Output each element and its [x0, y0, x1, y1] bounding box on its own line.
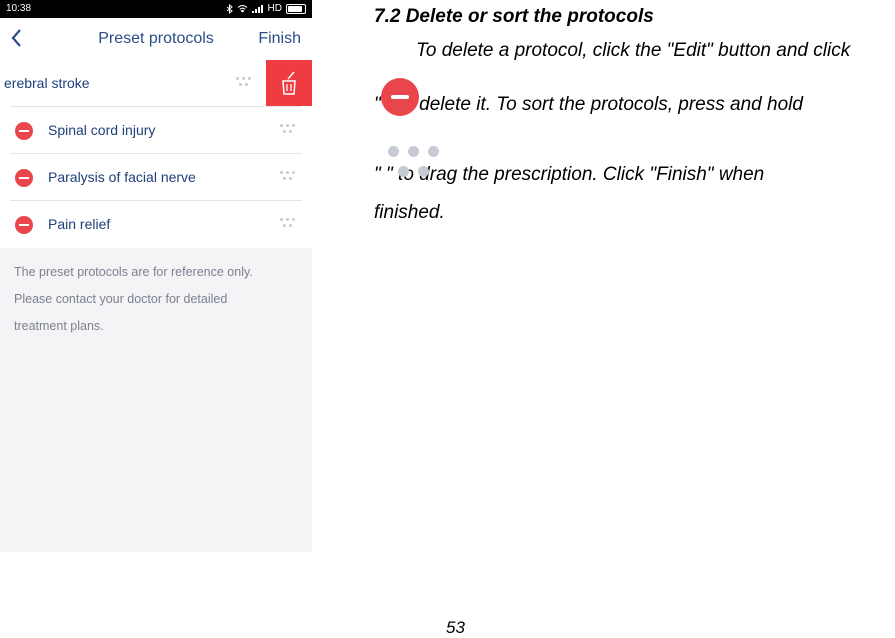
- phone-screenshot: 10:38 HD Preset protocols Finish erebral…: [0, 0, 312, 552]
- drag-handle-icon[interactable]: [280, 218, 296, 230]
- trash-icon: [282, 71, 296, 95]
- status-bar: 10:38 HD: [0, 0, 312, 18]
- protocol-label: Pain relief: [48, 216, 111, 232]
- status-time: 10:38: [6, 3, 32, 14]
- protocol-label: Spinal cord injury: [48, 122, 156, 138]
- protocol-label: erebral stroke: [4, 75, 90, 91]
- body-line: " " to drag the prescription. Click "Fin…: [374, 164, 765, 185]
- protocol-row[interactable]: Spinal cord injury: [0, 107, 312, 154]
- drag-handle-icon[interactable]: [280, 171, 296, 183]
- protocol-list: erebral stroke Spinal cord injury Paraly…: [0, 60, 312, 248]
- body-line: " " to delete it. To sort the protocols,…: [374, 94, 803, 115]
- signal-icon: [251, 5, 263, 13]
- drag-handle-icon[interactable]: [280, 124, 296, 136]
- reference-note: The preset protocols are for reference o…: [14, 259, 304, 340]
- nav-bar: Preset protocols Finish: [0, 18, 312, 60]
- body-line: To delete a protocol, click the "Edit" b…: [416, 40, 851, 61]
- drag-handle-icon[interactable]: [236, 77, 252, 89]
- protocol-label: Paralysis of facial nerve: [48, 169, 196, 185]
- remove-icon[interactable]: [15, 169, 33, 187]
- network-label: HD: [267, 3, 282, 14]
- wifi-icon: [237, 5, 247, 13]
- finish-button[interactable]: Finish: [258, 30, 301, 48]
- body-line: finished.: [374, 202, 445, 223]
- drag-handle-icon: [384, 142, 444, 182]
- status-icons: HD: [226, 3, 306, 14]
- remove-icon[interactable]: [15, 216, 33, 234]
- battery-icon: [286, 3, 306, 14]
- delete-button[interactable]: [266, 60, 312, 106]
- remove-icon: [381, 78, 419, 116]
- note-line: The preset protocols are for reference o…: [14, 265, 253, 279]
- note-line: treatment plans.: [14, 319, 104, 333]
- page-number: 53: [446, 618, 465, 637]
- protocol-row[interactable]: Pain relief: [0, 201, 312, 248]
- protocol-row[interactable]: Paralysis of facial nerve: [0, 154, 312, 201]
- protocol-row[interactable]: erebral stroke: [0, 60, 312, 107]
- section-heading: 7.2 Delete or sort the protocols: [374, 6, 654, 27]
- remove-icon[interactable]: [15, 122, 33, 140]
- bluetooth-icon: [226, 3, 233, 14]
- note-line: Please contact your doctor for detailed: [14, 292, 228, 306]
